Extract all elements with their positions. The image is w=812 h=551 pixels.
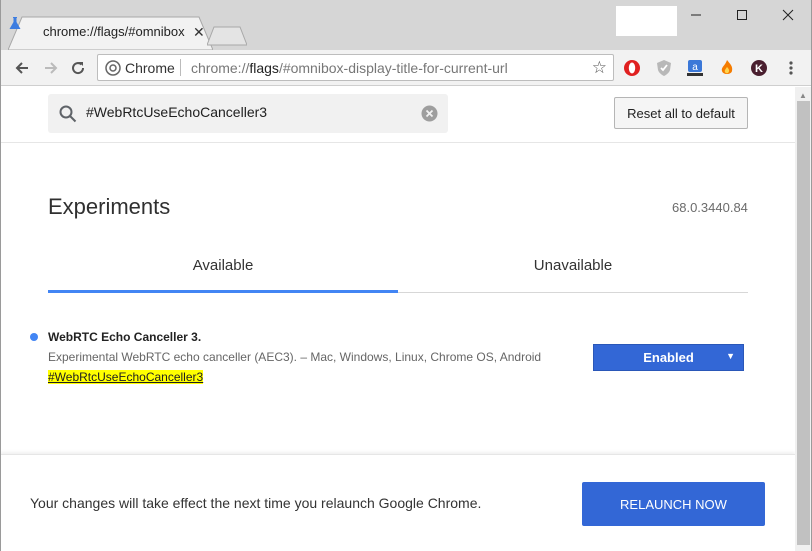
experiment-description: Experimental WebRTC echo canceller (AEC3… <box>48 350 542 364</box>
k-extension-icon[interactable]: K <box>749 58 769 78</box>
page-title: Experiments <box>48 194 171 219</box>
relaunch-message: Your changes will take effect the next t… <box>30 495 482 511</box>
reload-icon <box>72 62 85 75</box>
experiment-title: WebRTC Echo Canceller 3. <box>48 330 202 344</box>
page-scrollbar[interactable]: ▲ <box>795 87 812 551</box>
flags-page: Reset all to default Experiments 68.0.34… <box>0 87 795 551</box>
relaunch-button[interactable]: RELAUNCH NOW <box>582 482 765 526</box>
menu-button[interactable] <box>780 57 802 79</box>
maximize-icon <box>737 10 747 20</box>
fire-extension-icon[interactable] <box>717 58 737 78</box>
tab-available[interactable]: Available <box>48 257 398 274</box>
url-host: flags <box>249 60 279 76</box>
reset-all-button[interactable]: Reset all to default <box>614 97 748 129</box>
opera-extension-icon[interactable] <box>622 58 642 78</box>
tab-unavailable[interactable]: Unavailable <box>398 257 748 274</box>
tab-close-icon[interactable]: ✕ <box>193 24 205 41</box>
back-button[interactable] <box>11 57 33 79</box>
window-border-left <box>0 0 1 551</box>
omnibox-url[interactable]: chrome://flags/#omnibox-display-title-fo… <box>191 60 508 76</box>
close-window-button[interactable] <box>765 0 811 30</box>
experiment-tabs: Available Unavailable <box>48 251 748 293</box>
select-value: Enabled <box>643 350 694 365</box>
scroll-up-arrow-icon[interactable]: ▲ <box>799 91 807 100</box>
close-icon <box>782 9 794 21</box>
omnibox[interactable]: Chrome chrome://flags/#omnibox-display-t… <box>97 54 614 81</box>
svg-text:a: a <box>692 62 698 73</box>
omnibox-site-label: Chrome <box>125 60 175 76</box>
forward-button[interactable] <box>40 57 62 79</box>
version-label: 68.0.3440.84 <box>672 200 748 215</box>
arrow-left-icon <box>15 62 28 74</box>
active-tab-indicator <box>48 290 398 293</box>
vertical-dots-icon <box>789 61 793 75</box>
url-path: /#omnibox-display-title-for-current-url <box>278 60 508 76</box>
minimize-button[interactable] <box>673 0 719 30</box>
clear-search-icon[interactable] <box>421 105 438 122</box>
experiment-state-select[interactable]: Enabled ▼ <box>593 344 744 371</box>
svg-text:K: K <box>755 63 763 75</box>
omnibox-divider <box>180 59 181 76</box>
minimize-icon <box>691 14 701 16</box>
search-input[interactable] <box>86 104 406 120</box>
new-tab-button[interactable] <box>207 26 247 46</box>
flask-icon <box>9 17 21 29</box>
reload-button[interactable] <box>67 57 89 79</box>
search-header: Reset all to default <box>0 87 795 143</box>
maximize-button[interactable] <box>719 0 765 30</box>
bookmark-star-icon[interactable]: ☆ <box>592 58 607 78</box>
profile-area <box>616 6 677 36</box>
arrow-right-icon <box>45 62 58 74</box>
title-bar: chrome://flags/#omnibox-display-title-fo… <box>0 0 812 50</box>
modified-indicator-dot <box>30 333 38 341</box>
shield-extension-icon[interactable] <box>654 58 674 78</box>
experiment-permalink[interactable]: #WebRtcUseEchoCanceller3 <box>48 370 204 384</box>
dropdown-arrow-icon: ▼ <box>726 351 735 361</box>
search-box[interactable] <box>48 94 448 133</box>
relaunch-footer: Your changes will take effect the next t… <box>0 454 795 551</box>
chrome-logo-icon <box>105 60 121 76</box>
search-icon <box>59 105 77 123</box>
tab-title: chrome://flags/#omnibox-display-title-fo… <box>43 24 185 39</box>
translate-extension-icon[interactable]: a <box>685 58 705 78</box>
browser-toolbar: Chrome chrome://flags/#omnibox-display-t… <box>0 50 812 86</box>
url-scheme: chrome:// <box>191 60 250 76</box>
browser-tab[interactable]: chrome://flags/#omnibox-display-title-fo… <box>8 16 213 50</box>
scroll-thumb[interactable] <box>797 101 810 545</box>
